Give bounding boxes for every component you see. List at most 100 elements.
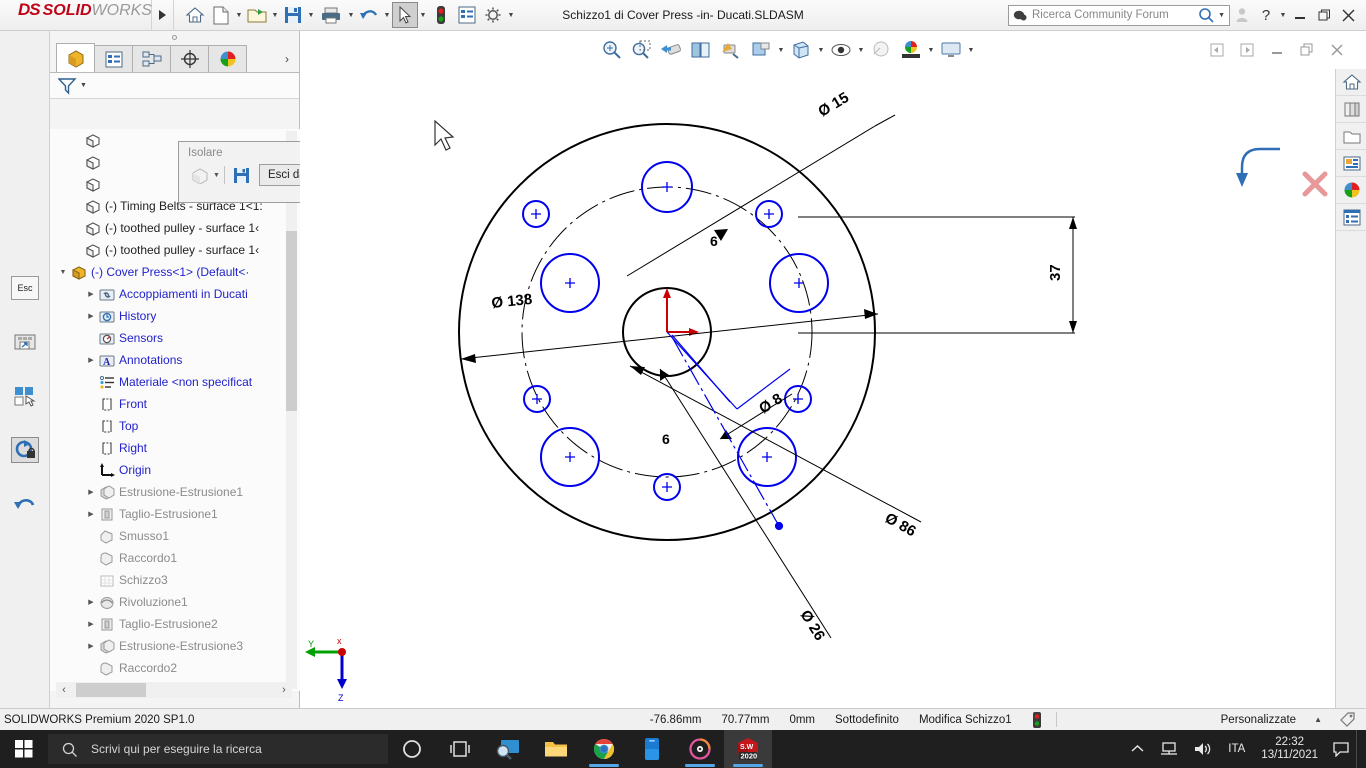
folder-icon[interactable] (1336, 123, 1366, 150)
tabs-overflow-chevron[interactable]: › (275, 45, 299, 72)
volume-icon[interactable] (1186, 741, 1220, 757)
render-icon[interactable] (1336, 177, 1366, 204)
view-orientation-icon[interactable] (716, 35, 746, 65)
hide-show-items-icon[interactable] (786, 35, 816, 65)
open-folder-icon[interactable] (244, 2, 270, 28)
save-icon[interactable] (229, 163, 255, 187)
select-caret[interactable]: ▼ (418, 2, 428, 28)
language-indicator[interactable]: ITA (1220, 743, 1253, 755)
minimize-window-button[interactable] (1288, 2, 1312, 28)
help-icon[interactable]: ? (1254, 2, 1278, 28)
tree-row[interactable]: ▶ A Annotations (50, 349, 300, 371)
document-close-button[interactable] (1322, 35, 1352, 65)
apply-scene-icon[interactable] (866, 35, 896, 65)
tree-row[interactable]: ▶ History (50, 305, 300, 327)
filter-caret[interactable]: ▼ (78, 82, 87, 89)
escape-button[interactable]: Esc (0, 261, 50, 315)
tree-row[interactable]: ▶ Accoppiamenti in Ducati (50, 283, 300, 305)
search-desktop-icon[interactable] (484, 730, 532, 768)
close-window-button[interactable] (1336, 2, 1360, 28)
new-document-icon[interactable] (208, 2, 234, 28)
home-icon[interactable] (1336, 69, 1366, 96)
exit-sketch-icon[interactable] (0, 315, 50, 369)
tree-horizontal-thumb[interactable] (76, 683, 146, 697)
viewport-caret[interactable]: ▼ (966, 37, 976, 63)
tree-row[interactable]: Front (50, 393, 300, 415)
tree-row[interactable]: ▶ Taglio-Estrusione1 (50, 503, 300, 525)
tree-row[interactable]: Sensors (50, 327, 300, 349)
tree-row[interactable]: ▶ Estrusione-Estrusione3 (50, 635, 300, 657)
tree-expand-arrow[interactable]: ▼ (56, 269, 70, 276)
document-minimize-button[interactable] (1262, 35, 1292, 65)
tree-expand-arrow[interactable]: ▶ (84, 598, 98, 606)
tree-row[interactable]: Materiale <non specificat (50, 371, 300, 393)
tree-expand-arrow[interactable]: ▶ (84, 356, 98, 364)
tree-row[interactable]: Right (50, 437, 300, 459)
show-hidden-icons[interactable] (1123, 744, 1152, 754)
tree-row[interactable]: Origin (50, 459, 300, 481)
status-config-caret[interactable]: ▲ (1306, 715, 1330, 724)
tree-expand-arrow[interactable]: ▶ (84, 642, 98, 650)
tree-row[interactable]: ▶ Taglio-Estrusione2 (50, 613, 300, 635)
search-caret[interactable]: ▼ (1215, 12, 1225, 19)
hide-show-caret[interactable]: ▼ (816, 37, 826, 63)
tree-row[interactable]: Raccordo2 (50, 657, 300, 679)
tree-horizontal-scrollbar[interactable]: ‹ › (56, 682, 292, 698)
network-icon[interactable] (1152, 741, 1186, 757)
undo-icon[interactable] (356, 2, 382, 28)
zoom-to-area-icon[interactable] (626, 35, 656, 65)
property-manager-tab[interactable] (94, 45, 133, 72)
list-icon[interactable] (1336, 204, 1366, 231)
itunes-icon[interactable] (676, 730, 724, 768)
document-restore-right-button[interactable] (1232, 35, 1262, 65)
visibility-caret[interactable]: ▼ (856, 37, 866, 63)
gear-icon[interactable] (480, 2, 506, 28)
sketch-drawing[interactable]: Ø 15 Ø 138 Ø 86 Ø 26 Ø 8 6 6 37 Y Z x (300, 69, 1335, 708)
taskbar-search-box[interactable]: Scrivi qui per eseguire la ricerca (48, 734, 388, 764)
community-search-box[interactable]: Ricerca Community Forum ▼ (1008, 4, 1230, 26)
zoom-to-fit-icon[interactable] (596, 35, 626, 65)
tree-row[interactable]: (-) toothed pulley - surface 1‹ (50, 217, 300, 239)
print-icon[interactable] (316, 2, 346, 28)
print-caret[interactable]: ▼ (346, 2, 356, 28)
isolate-body-icon[interactable] (187, 163, 213, 187)
tree-row[interactable]: ▶ Rivoluzione1 (50, 591, 300, 613)
graphics-area[interactable]: Ø 15 Ø 138 Ø 86 Ø 26 Ø 8 6 6 37 Y Z x (300, 69, 1335, 708)
restore-window-button[interactable] (1312, 2, 1336, 28)
phone-link-icon[interactable] (628, 730, 676, 768)
feature-manager-tab[interactable] (56, 43, 95, 72)
task-view-icon[interactable] (436, 730, 484, 768)
solidworks-2020-icon[interactable]: S.W 2020 (724, 730, 772, 768)
scroll-right-arrow[interactable]: › (276, 684, 292, 696)
user-account-icon[interactable] (1230, 2, 1254, 28)
document-restore-left-button[interactable] (1202, 35, 1232, 65)
tree-expand-arrow[interactable]: ▶ (84, 510, 98, 518)
rebuild-indicator-icon[interactable] (1022, 711, 1052, 728)
appearance-icon[interactable] (1336, 96, 1366, 123)
display-style-icon[interactable] (746, 35, 776, 65)
file-explorer-icon[interactable] (532, 730, 580, 768)
tree-hscroll-track[interactable] (72, 683, 276, 697)
windows-start-icon[interactable] (0, 730, 48, 768)
tree-row[interactable]: (-) toothed pulley - surface 1‹ (50, 239, 300, 261)
open-caret[interactable]: ▼ (270, 2, 280, 28)
tree-row[interactable]: Schizzo3 (50, 569, 300, 591)
document-maximize-button[interactable] (1292, 35, 1322, 65)
configuration-manager-tab[interactable] (132, 45, 171, 72)
tree-expand-arrow[interactable]: ▶ (84, 290, 98, 298)
action-center-icon[interactable] (1326, 741, 1356, 757)
cortana-icon[interactable] (388, 730, 436, 768)
scroll-left-arrow[interactable]: ‹ (56, 684, 72, 696)
view-settings-caret[interactable]: ▼ (926, 37, 936, 63)
show-desktop-button[interactable] (1356, 730, 1362, 768)
save-icon[interactable] (280, 2, 306, 28)
chrome-icon[interactable] (580, 730, 628, 768)
view-settings-icon[interactable] (896, 35, 926, 65)
display-manager-tab[interactable] (208, 45, 247, 72)
panel-grip[interactable] (50, 31, 299, 43)
tree-row[interactable]: ▶ Estrusione-Estrusione1 (50, 481, 300, 503)
section-view-icon[interactable] (686, 35, 716, 65)
tree-expand-arrow[interactable]: ▶ (84, 620, 98, 628)
menu-expand-arrow[interactable] (152, 0, 174, 31)
select-arrow-icon[interactable] (392, 2, 418, 28)
